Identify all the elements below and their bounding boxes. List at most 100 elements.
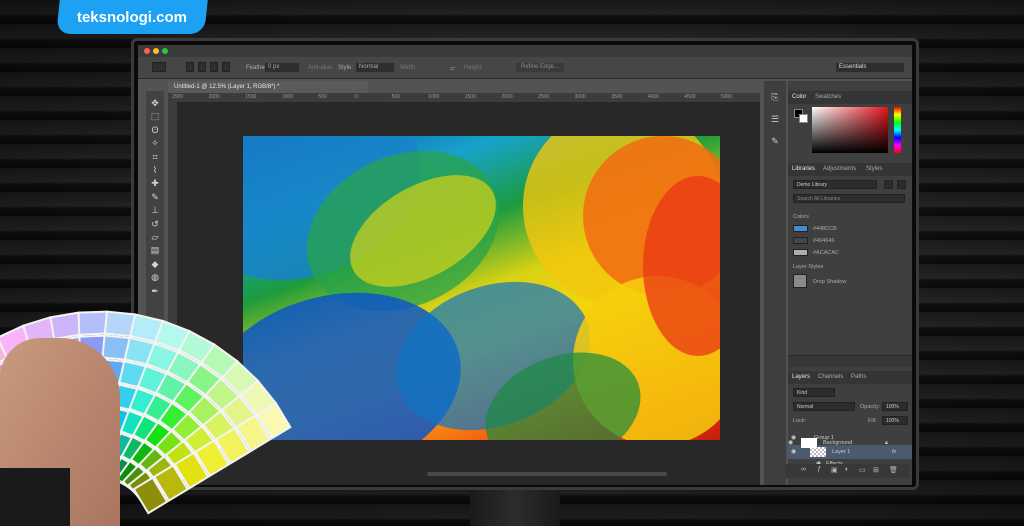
panel-dock: ⎘ ☰ ✎	[764, 81, 786, 485]
ruler-tick-label: 0	[355, 94, 358, 100]
tab-layers[interactable]: Layers	[792, 374, 810, 380]
eyedropper-icon[interactable]: ⌇	[149, 164, 161, 176]
brand-tag: teksnologi.com	[56, 0, 208, 34]
gradient-icon[interactable]: ▤	[149, 244, 161, 256]
drop-shadow-thumbnail[interactable]	[793, 274, 807, 288]
brand-text: teksnologi.com	[76, 8, 188, 26]
new-layer-icon[interactable]: ⊞	[873, 466, 879, 474]
tab-color[interactable]: Color	[792, 94, 806, 100]
visibility-eye-icon[interactable]: ◉	[788, 436, 793, 450]
horizontal-scrollbar[interactable]	[427, 472, 667, 476]
library-color-label[interactable]: #ACACAC	[813, 250, 839, 256]
lasso-icon[interactable]: ʘ	[149, 124, 161, 136]
horizontal-ruler: 2500 2000 1500 1000 500 0 500 1000 1500 2000 2500 3…	[168, 93, 760, 102]
document-tab[interactable]: Untitled-1 @ 12.5% (Layer 1, RGB/8*) *	[168, 81, 368, 93]
add-mask-icon[interactable]: ▣	[831, 466, 838, 474]
fill-input[interactable]: 100%	[882, 416, 908, 425]
anti-alias-checkbox[interactable]: Anti-alias	[308, 65, 333, 71]
layers-panel-tabs: Layers Channels Paths	[788, 371, 912, 384]
swap-icon[interactable]: ⇄	[450, 65, 455, 72]
dodge-icon[interactable]: ◍	[149, 271, 161, 283]
properties-panel-icon[interactable]: ☰	[769, 113, 781, 125]
history-panel-icon[interactable]: ⎘	[769, 91, 781, 103]
layer-filter-select[interactable]: Kind	[793, 388, 835, 397]
trash-icon[interactable]: 🗑︎	[889, 466, 898, 474]
monitor-stand	[470, 490, 560, 526]
opacity-input[interactable]: 100%	[882, 402, 908, 411]
libraries-panel-tabs: Libraries Adjustments Styles	[788, 163, 912, 176]
ruler-tick-label: 3500	[611, 94, 623, 100]
ruler-tick-label: 500	[318, 94, 327, 100]
ruler-tick-label: 500	[391, 94, 400, 100]
color-picker-field[interactable]	[812, 107, 888, 153]
tab-paths[interactable]: Paths	[851, 374, 866, 380]
right-panels: Color Swatches Libraries Adjustments Sty…	[788, 81, 912, 485]
blur-icon[interactable]: ◆	[149, 258, 161, 270]
quick-select-icon[interactable]: ✧	[149, 137, 161, 149]
crop-icon[interactable]: ⌗	[149, 151, 161, 163]
library-color-swatch[interactable]	[793, 249, 808, 256]
marquee-preset-icon[interactable]	[152, 62, 166, 72]
tab-swatches[interactable]: Swatches	[815, 94, 841, 100]
refine-edge-button[interactable]: Refine Edge...	[516, 63, 565, 72]
layer-thumbnail	[801, 438, 817, 448]
close-window-button[interactable]	[144, 48, 150, 54]
ruler-tick-label: 5000	[721, 94, 733, 100]
move-icon[interactable]: ✥	[149, 97, 161, 109]
tab-libraries[interactable]: Libraries	[792, 166, 815, 172]
background-color-swatch[interactable]	[799, 114, 808, 123]
ruler-tick-label: 2000	[501, 94, 513, 100]
layer-styles-heading: Layer Styles	[793, 264, 824, 270]
new-group-icon[interactable]: ▭	[859, 466, 866, 474]
ruler-tick-label: 4000	[647, 94, 659, 100]
healing-brush-icon[interactable]: ✚	[149, 177, 161, 189]
layer-style-label[interactable]: Drop Shadow	[813, 279, 846, 285]
tab-channels[interactable]: Channels	[818, 374, 843, 380]
layer-name: Background	[823, 440, 853, 446]
library-color-swatch[interactable]	[793, 237, 808, 244]
clone-stamp-icon[interactable]: ⊥	[149, 204, 161, 216]
new-selection-icon[interactable]	[186, 62, 194, 72]
intersect-selection-icon[interactable]	[222, 62, 230, 72]
tab-adjustments[interactable]: Adjustments	[823, 166, 856, 172]
ruler-tick-label: 2000	[208, 94, 220, 100]
layer-row[interactable]: ◉ Background 🔒︎	[785, 436, 909, 450]
lock-icon: 🔒︎	[885, 440, 888, 446]
history-brush-icon[interactable]: ↺	[149, 218, 161, 230]
opacity-label: Opacity:	[860, 404, 881, 410]
ruler-tick-label: 1000	[428, 94, 440, 100]
adjustment-layer-icon[interactable]: ◐	[845, 466, 849, 473]
marquee-icon[interactable]: ⬚	[149, 110, 161, 122]
library-search-input[interactable]: Search All Libraries	[793, 194, 905, 203]
brush-icon[interactable]: ✎	[149, 191, 161, 203]
sleeve	[0, 468, 70, 526]
library-color-label[interactable]: #464646	[813, 238, 834, 244]
library-color-label[interactable]: #448CCB	[813, 226, 837, 232]
zoom-window-button[interactable]	[162, 48, 168, 54]
libraries-footer	[788, 355, 912, 367]
hand	[0, 338, 120, 526]
list-view-icon[interactable]	[897, 180, 906, 189]
subtract-selection-icon[interactable]	[210, 62, 218, 72]
link-layers-icon[interactable]: ∞	[801, 466, 806, 473]
eraser-icon[interactable]: ▱	[149, 231, 161, 243]
feather-input[interactable]: 0 px	[265, 63, 299, 72]
brush-panel-icon[interactable]: ✎	[769, 135, 781, 147]
add-style-icon[interactable]: ƒ	[817, 466, 821, 473]
style-select[interactable]: Normal	[356, 63, 394, 72]
hue-slider[interactable]	[894, 107, 901, 153]
grid-view-icon[interactable]	[884, 180, 893, 189]
minimize-window-button[interactable]	[153, 48, 159, 54]
library-select[interactable]: Demo Library	[793, 180, 877, 189]
blend-mode-select[interactable]: Normal	[793, 402, 855, 411]
tab-styles[interactable]: Styles	[866, 166, 882, 172]
color-panel-tabs: Color Swatches	[788, 91, 912, 104]
fill-label: Fill:	[868, 418, 877, 424]
ruler-tick-label: 3000	[574, 94, 586, 100]
workspace-select[interactable]: Essentials	[836, 63, 904, 72]
options-bar: Feather: 0 px Anti-alias Style: Normal W…	[138, 57, 912, 79]
add-selection-icon[interactable]	[198, 62, 206, 72]
title-bar	[138, 45, 912, 57]
library-color-swatch[interactable]	[793, 225, 808, 232]
width-label: Width:	[400, 65, 418, 71]
